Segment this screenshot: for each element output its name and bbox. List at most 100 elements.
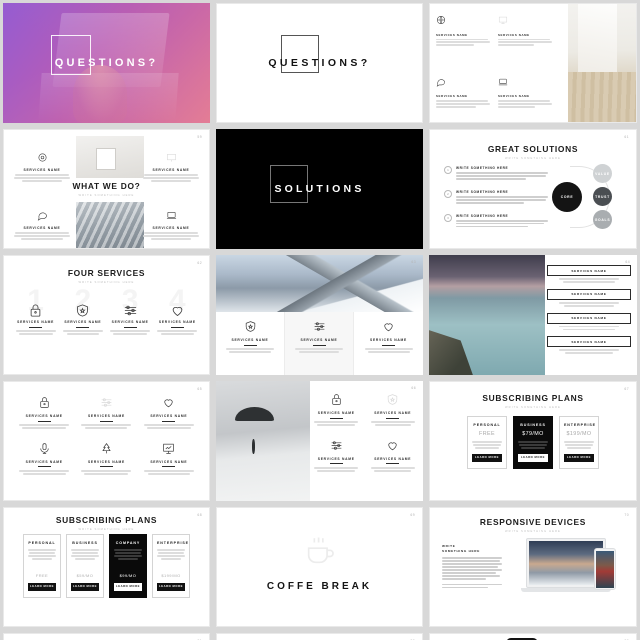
slide-title-block: WHAT WE DO? WRITE SOMETHING HERE [4, 181, 209, 197]
learn-more-button[interactable]: LEARN MORE [472, 453, 502, 462]
service-item[interactable]: SERVICES NAME [354, 312, 423, 375]
service-desc [216, 348, 284, 353]
slide-solutions[interactable]: SOLUTIONS [216, 129, 423, 249]
list-item[interactable]: 1 WRITE SOMETHING HERE [444, 166, 548, 181]
plan-card-company[interactable]: COMPANY $99/MO LEARN MORE [109, 534, 147, 598]
divider [329, 417, 343, 419]
diagram-node-trust[interactable]: TRUST [593, 187, 612, 206]
list-item-heading: WRITE SOMETHING HERE [456, 166, 509, 170]
service-item[interactable]: SERVICES NAME [12, 208, 72, 241]
service-item[interactable]: SERVICES NAME [498, 12, 554, 69]
plan-name: PERSONAL [473, 423, 501, 427]
slide-six-services[interactable]: 65 SERVICES NAME SERVICES NAME SERVICES … [3, 381, 210, 501]
slide-features-phone-dark[interactable]: 73 FEATURE #1 FEATURE #1 [429, 633, 637, 640]
slide-questions-gradient[interactable]: QUESTIONS? [3, 3, 210, 123]
plan-card-personal[interactable]: PERSONAL FREE LEARN MORE [467, 416, 507, 469]
service-item[interactable]: SERVICES NAME [141, 150, 201, 183]
plan-name: BUSINESS [72, 541, 98, 545]
slide-four-services[interactable]: 62 FOUR SERVICES WRITE SOMETHING HERE 1 … [3, 255, 210, 375]
service-name: SERVICES NAME [111, 320, 149, 324]
plan-card-personal[interactable]: PERSONAL FREE LEARN MORE [23, 534, 61, 598]
diagram-node-value[interactable]: VALUE [593, 164, 612, 183]
service-item[interactable]: 2 SERVICES NAME [61, 284, 104, 336]
services-two-column: SERVICES NAME SERVICES NAME SERVICES NAM [436, 12, 554, 123]
service-item[interactable]: SERVICES NAME [367, 439, 420, 473]
page-title: SUBSCRIBING PLANS [482, 393, 584, 403]
service-item[interactable]: SERVICES NAME [436, 12, 492, 69]
service-item[interactable]: SERVICES NAME [141, 442, 197, 476]
service-item[interactable]: SERVICES NAME [285, 312, 354, 375]
lock-icon [16, 396, 72, 414]
list-item-desc [456, 195, 548, 204]
learn-more-button[interactable]: LEARN MORE [157, 582, 185, 591]
list-item[interactable]: SERVICES NAME [547, 265, 631, 283]
service-item[interactable]: SERVICES NAME [436, 74, 492, 123]
learn-more-button[interactable]: LEARN MORE [564, 453, 594, 462]
plan-price: $199/MO [566, 431, 592, 437]
service-item[interactable]: SERVICES NAME [16, 396, 72, 430]
service-item[interactable]: 4 SERVICES NAME [156, 284, 199, 336]
list-item[interactable]: SERVICES NAME [547, 336, 631, 355]
plan-card-business[interactable]: BUSINESS $59/MO LEARN MORE [66, 534, 104, 598]
service-name: SERVICES NAME [87, 459, 125, 464]
diagram-core-node[interactable]: CORE [552, 182, 582, 212]
service-item[interactable]: SERVICES NAME [141, 396, 197, 430]
divider [162, 420, 176, 422]
service-item[interactable]: SERVICES NAME [78, 396, 134, 430]
slide-what-we-do[interactable]: 59 SERVICES NAME SERVICES NAME WHAT WE D… [3, 129, 210, 249]
service-desc [367, 466, 420, 472]
service-name: SERVICES NAME [498, 32, 530, 37]
plan-desc [28, 549, 56, 561]
service-item[interactable]: SERVICES NAME [16, 442, 72, 476]
list-item[interactable]: 3 WRITE SOMETHING HERE [444, 213, 548, 229]
slide-subscribing-plans-3[interactable]: 67 SUBSCRIBING PLANS WRITE SOMETHING HER… [429, 381, 637, 501]
slide-questions-white[interactable]: QUESTIONS? [216, 3, 423, 123]
slide-ocean-services[interactable]: 64 SERVICES NAME SERVICES NAME SERVICES … [429, 255, 637, 375]
slide-great-solutions[interactable]: 61 GREAT SOLUTIONS WRITE SOMETHING HERE … [429, 129, 637, 249]
plan-price: $99/MO [119, 572, 137, 578]
plan-name: COMPANY [115, 541, 141, 545]
learn-more-button[interactable]: LEARN MORE [114, 582, 142, 591]
sliders-icon [310, 439, 363, 457]
service-item[interactable]: 1 SERVICES NAME [14, 284, 57, 336]
plan-card-enterprise[interactable]: ENTERPRISE $199/MO LEARN MORE [152, 534, 190, 598]
slide-title-block: FOUR SERVICES WRITE SOMETHING HERE [4, 268, 209, 284]
learn-more-button[interactable]: LEARN MORE [28, 582, 56, 591]
chat-bubble-icon [12, 208, 72, 226]
services-grid: SERVICES NAME SERVICES NAME SERVICES NAM… [310, 393, 419, 473]
mountain-photo [76, 202, 144, 248]
service-name: SERVICES NAME [300, 338, 338, 342]
learn-more-button[interactable]: LEARN MORE [518, 453, 548, 462]
service-item[interactable]: 3 SERVICES NAME [109, 284, 152, 336]
slide-coffee-break[interactable]: 69 COFFE BREAK [216, 507, 423, 627]
plan-card-enterprise[interactable]: ENTERPRISE $199/MO LEARN MORE [559, 416, 599, 469]
plan-price: FREE [479, 431, 495, 437]
slide-mountain-services[interactable]: 63 SERVICES NAME SERVICES NAME SERVICES … [216, 255, 423, 375]
slide-write-something-tablet[interactable]: 71 Write Something Here [3, 633, 210, 640]
service-item[interactable]: SERVICES NAME [12, 150, 72, 183]
service-item[interactable]: SERVICES NAME [310, 393, 363, 427]
list-item[interactable]: SERVICES NAME [547, 288, 631, 307]
slide-subscribing-plans-4[interactable]: 68 SUBSCRIBING PLANS WRITE SOMETHING HER… [3, 507, 210, 627]
plan-card-business[interactable]: BUSINESS $79/MO LEARN MORE [513, 416, 553, 469]
service-item[interactable]: SERVICES NAME [367, 393, 420, 427]
diagram-node-goals[interactable]: GOALS [593, 210, 612, 229]
slide-paraglider-services[interactable]: 66 SERVICES NAME SERVICES NAME SERVICES … [216, 381, 423, 501]
slide-write-something-phone[interactable]: 72 Write Something Here FEATURE #1 [216, 633, 423, 640]
list-item[interactable]: 2 WRITE SOMETHING HERE [444, 189, 548, 205]
slide-services-interior[interactable]: 59 SERVICES NAME SERVICES NAME [429, 3, 637, 123]
service-item[interactable]: SERVICES NAME [141, 208, 201, 241]
page-title: SUBSCRIBING PLANS [55, 515, 158, 525]
page-number: 59 [197, 135, 202, 139]
service-name: SERVICES NAME [25, 414, 63, 418]
service-item[interactable]: SERVICES NAME [498, 74, 554, 123]
slide-responsive-devices[interactable]: 70 RESPONSIVE DEVICES WRITE SOMETHING HE… [429, 507, 637, 627]
learn-more-button[interactable]: LEARN MORE [71, 582, 99, 591]
service-item[interactable]: SERVICES NAME [216, 312, 285, 375]
presentation-icon [141, 442, 197, 460]
service-item[interactable]: SERVICES NAME [310, 439, 363, 473]
service-desc [109, 330, 152, 335]
list-item[interactable]: SERVICES NAME [547, 312, 631, 331]
page-number: 62 [197, 261, 202, 265]
service-item[interactable]: SERVICES NAME [78, 442, 134, 476]
